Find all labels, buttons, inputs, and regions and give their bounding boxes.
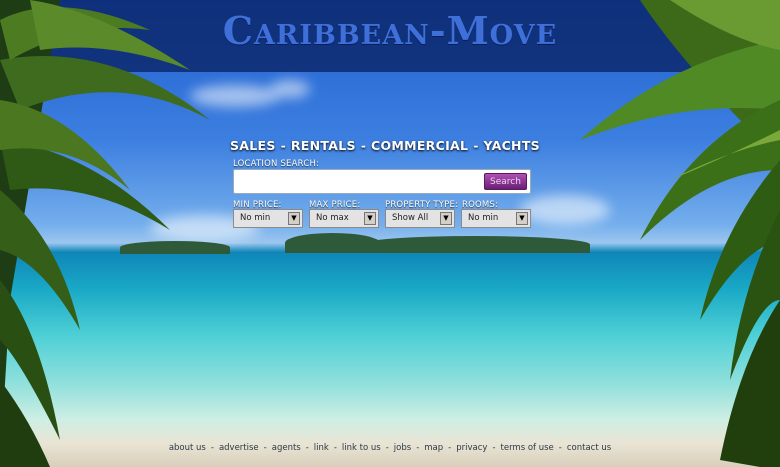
footer-separator: - [333, 443, 337, 453]
min-price-select[interactable]: No min ▼ [233, 209, 303, 228]
footer-link-jobs[interactable]: jobs [394, 443, 411, 453]
chevron-down-icon[interactable]: ▼ [288, 212, 300, 225]
max-price-value: No max [316, 213, 349, 223]
rooms-value: No min [468, 213, 499, 223]
search-button[interactable]: Search [484, 173, 527, 190]
footer-link-about-us[interactable]: about us [169, 443, 206, 453]
footer-link-advertise[interactable]: advertise [219, 443, 259, 453]
nav-separator: - [360, 138, 366, 153]
min-price-value: No min [240, 213, 271, 223]
page: Caribbean-Move SALES - RENTALS - COMMERC… [0, 0, 780, 467]
footer-link-map[interactable]: map [424, 443, 443, 453]
search-box: Search [233, 169, 531, 194]
footer-link-terms-of-use[interactable]: terms of use [501, 443, 554, 453]
max-price-select[interactable]: No max ▼ [309, 209, 379, 228]
nav-separator: - [473, 138, 479, 153]
palm-tree-right [580, 0, 780, 467]
nav-commercial[interactable]: COMMERCIAL [371, 138, 468, 153]
footer-separator: - [210, 443, 214, 453]
chevron-down-icon[interactable]: ▼ [440, 212, 452, 225]
footer-separator: - [263, 443, 267, 453]
palm-tree-left [0, 0, 210, 467]
main-nav: SALES - RENTALS - COMMERCIAL - YACHTS [230, 138, 540, 153]
footer-separator: - [385, 443, 389, 453]
rooms-select[interactable]: No min ▼ [461, 209, 531, 228]
chevron-down-icon[interactable]: ▼ [364, 212, 376, 225]
footer-separator: - [448, 443, 452, 453]
footer-link-link[interactable]: link [314, 443, 329, 453]
property-type-value: Show All [392, 213, 429, 223]
footer-links: about us - advertise - agents - link - link to u… [0, 443, 780, 453]
cloud [270, 80, 310, 98]
nav-separator: - [280, 138, 286, 153]
chevron-down-icon[interactable]: ▼ [516, 212, 528, 225]
footer-link-link-to-us[interactable]: link to us [342, 443, 381, 453]
location-search-input[interactable] [238, 173, 478, 190]
footer-link-agents[interactable]: agents [272, 443, 301, 453]
footer-separator: - [558, 443, 562, 453]
footer-separator: - [492, 443, 496, 453]
property-type-select[interactable]: Show All ▼ [385, 209, 455, 228]
footer-link-contact-us[interactable]: contact us [567, 443, 611, 453]
nav-rentals[interactable]: RENTALS [291, 138, 356, 153]
nav-yachts[interactable]: YACHTS [483, 138, 540, 153]
footer-separator: - [305, 443, 309, 453]
footer-link-privacy[interactable]: privacy [456, 443, 487, 453]
location-search-label: LOCATION SEARCH: [233, 159, 320, 169]
footer-separator: - [416, 443, 420, 453]
nav-sales[interactable]: SALES [230, 138, 276, 153]
